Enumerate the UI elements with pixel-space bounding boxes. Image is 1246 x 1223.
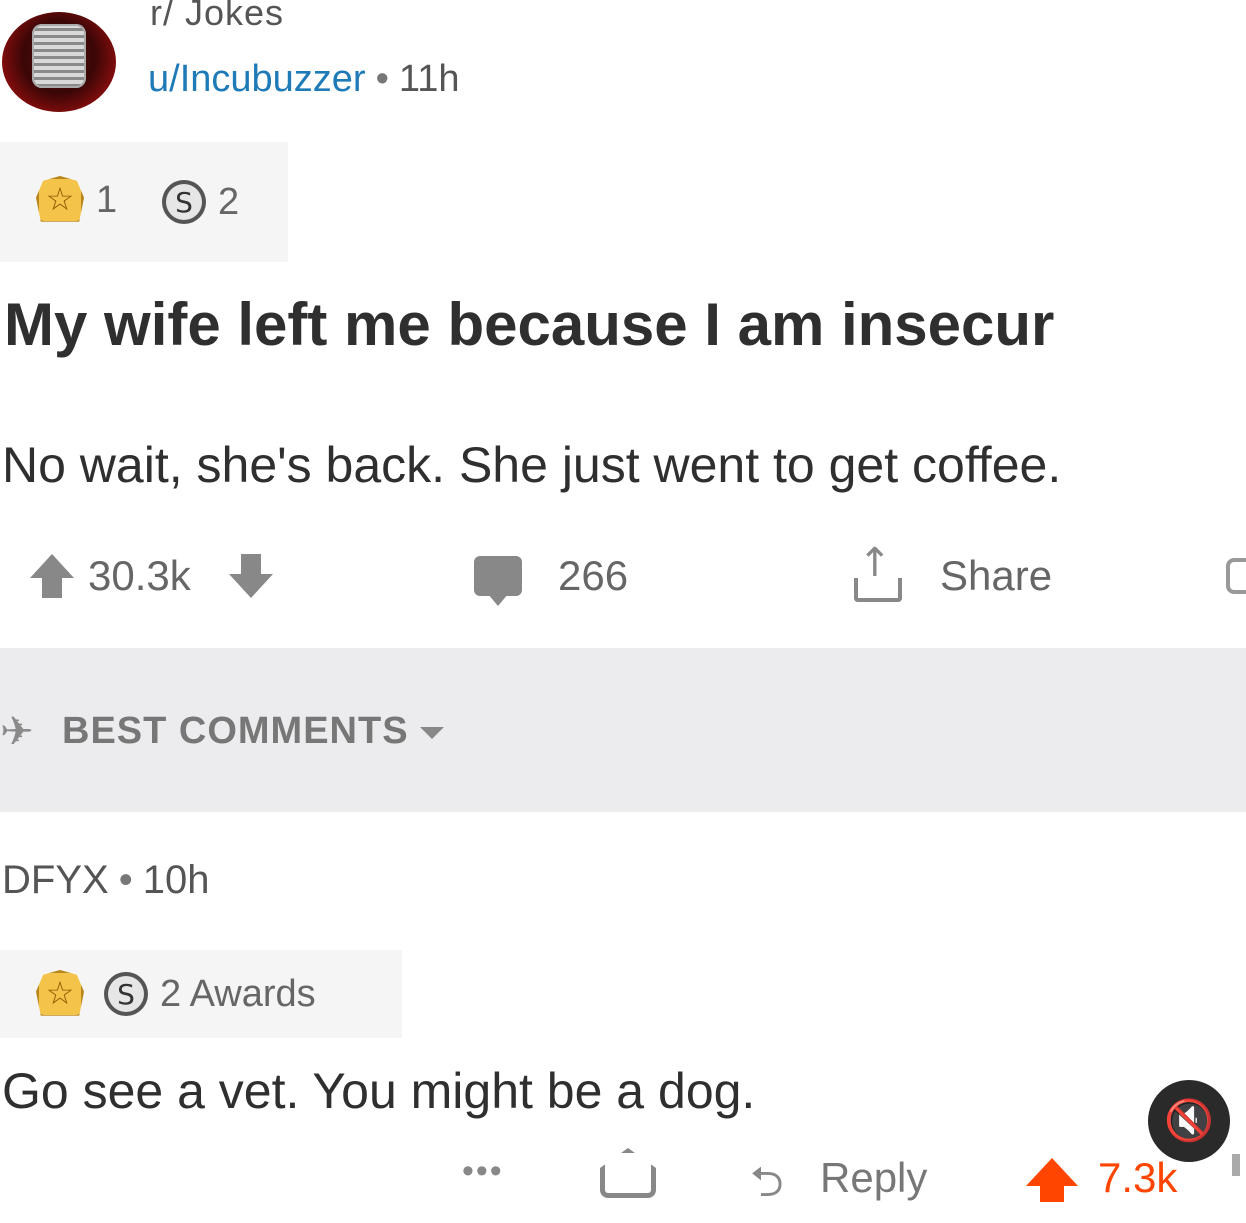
- comment-score: 7.3k: [1098, 1154, 1178, 1201]
- arrow-up-icon[interactable]: [1026, 1158, 1078, 1186]
- comment-body: Go see a vet. You might be a dog.: [2, 1063, 756, 1119]
- arrow-up-stem: [1040, 1184, 1064, 1202]
- comment-award-icons: 2 Awards: [36, 970, 316, 1018]
- chevron-down-icon[interactable]: [420, 727, 444, 739]
- comments-button[interactable]: 266: [474, 546, 628, 606]
- silver-award-count: 2: [218, 180, 240, 223]
- reply-button[interactable]: Reply: [820, 1154, 927, 1202]
- vote-group: 30.3k: [30, 546, 273, 606]
- subreddit-avatar[interactable]: [2, 12, 116, 112]
- silver-award-icon: [162, 180, 206, 224]
- award-outline-icon[interactable]: [1222, 556, 1246, 600]
- rocket-icon: ✈: [0, 709, 34, 755]
- comment-age: 10h: [142, 858, 210, 902]
- meta-separator: •: [375, 58, 389, 100]
- arrow-down-icon[interactable]: [228, 554, 273, 598]
- gold-award-icon: [36, 176, 84, 222]
- more-options-icon[interactable]: •••: [462, 1152, 504, 1191]
- post-age: 11h: [398, 58, 460, 100]
- post-title[interactable]: My wife left me because I am insecur: [4, 290, 1054, 359]
- comment-icon: [474, 556, 522, 606]
- post-score: 30.3k: [88, 552, 191, 599]
- arrow-down-icon[interactable]: [1226, 1154, 1246, 1200]
- comment-count: 266: [558, 552, 629, 599]
- post-meta: u/Incubuzzer • 11h: [148, 58, 459, 101]
- share-icon: [850, 540, 902, 602]
- share-label: Share: [940, 552, 1053, 599]
- silver-award: 2: [162, 180, 239, 224]
- comment-meta: DFYX • 10h: [2, 858, 209, 903]
- subreddit-name[interactable]: r/ Jokes: [150, 0, 284, 34]
- sort-dropdown-label[interactable]: BEST COMMENTS: [62, 710, 409, 753]
- awards-label: 2 Awards: [160, 972, 316, 1015]
- share-button[interactable]: Share: [850, 540, 1053, 606]
- give-award-icon[interactable]: [600, 1148, 656, 1198]
- post-body: No wait, she's back. She just went to ge…: [2, 437, 1062, 493]
- muted-speaker-icon[interactable]: 🔇: [1148, 1080, 1230, 1162]
- gold-award-icon: [36, 970, 84, 1016]
- meta-separator: •: [118, 858, 133, 902]
- comment-author[interactable]: DFYX: [2, 858, 109, 902]
- silver-award-icon: [104, 972, 148, 1016]
- reply-icon[interactable]: ⮌: [750, 1152, 784, 1223]
- gold-award-count: 1: [96, 178, 118, 221]
- post-awards[interactable]: 1 2: [0, 142, 288, 262]
- comment-awards[interactable]: 2 Awards: [0, 950, 402, 1038]
- post-author-link[interactable]: u/Incubuzzer: [148, 58, 366, 100]
- arrow-up-icon[interactable]: [30, 554, 74, 598]
- gold-award: 1: [36, 176, 117, 224]
- microphone-icon: [32, 24, 86, 88]
